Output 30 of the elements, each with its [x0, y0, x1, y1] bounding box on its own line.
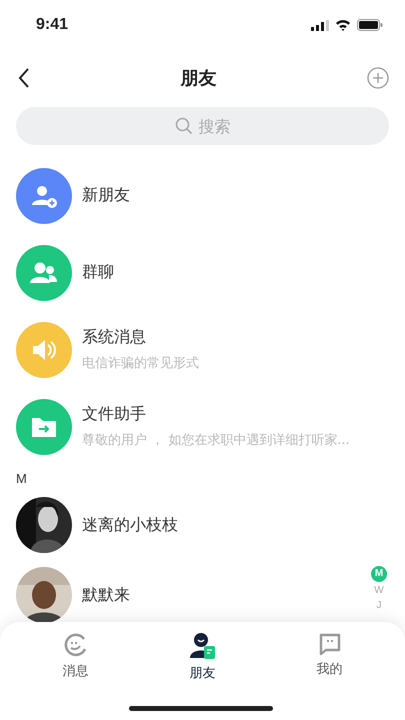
entry-title: 群聊: [82, 262, 114, 283]
add-icon[interactable]: [367, 66, 389, 88]
entry-subtitle: 尊敬的用户 ， 如您在求职中遇到详细打听家...: [82, 432, 350, 449]
section-letter: M: [16, 471, 27, 486]
battery-icon: [357, 19, 383, 31]
contact-name: 迷离的小枝枝: [82, 514, 178, 536]
tab[interactable]: 我的: [294, 632, 364, 682]
entry-title: 系统消息: [82, 327, 147, 348]
page-title: 朋友: [180, 66, 216, 90]
tab[interactable]: 消息: [40, 632, 110, 682]
back-icon[interactable]: [18, 68, 30, 88]
tab[interactable]: 朋友: [168, 632, 238, 682]
status-time: 9:41: [36, 16, 68, 34]
wifi-icon: [335, 19, 351, 31]
chat-icon: [62, 632, 88, 658]
entry-subtitle: 电信诈骗的常见形式: [82, 355, 199, 372]
contact-name: 默默来: [82, 584, 130, 606]
person-icon: [190, 632, 216, 660]
entry-title: 文件助手: [82, 404, 147, 425]
contact-item[interactable]: 默默来: [16, 560, 365, 622]
signal-icon: [311, 20, 329, 30]
search-field[interactable]: 搜索: [16, 107, 389, 145]
list-item[interactable]: 群聊: [16, 234, 365, 311]
search-icon: [174, 117, 192, 135]
entry-title: 新朋友: [82, 185, 130, 206]
list-item[interactable]: 文件助手 尊敬的用户 ， 如您在求职中遇到详细打听家...: [16, 388, 365, 465]
contact-item[interactable]: 迷离的小枝枝: [16, 490, 365, 560]
list-item[interactable]: 新朋友: [16, 157, 365, 234]
list-item[interactable]: 系统消息 电信诈骗的常见形式: [16, 311, 365, 388]
profile-icon: [318, 632, 342, 656]
